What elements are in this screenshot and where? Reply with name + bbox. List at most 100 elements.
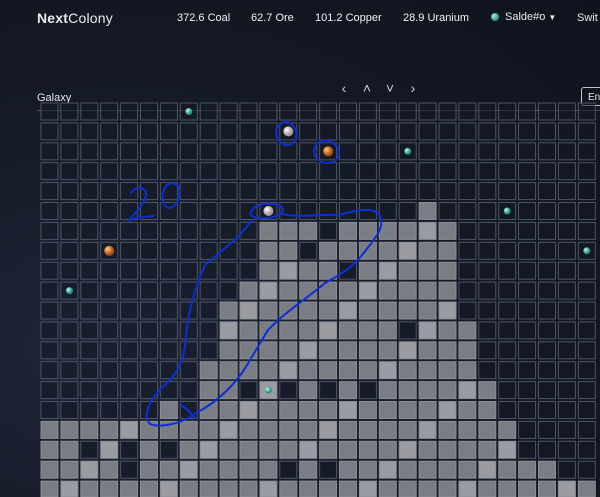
grid-cell[interactable]: [179, 381, 198, 400]
explored-cell[interactable]: [458, 420, 477, 439]
explored-cell[interactable]: [418, 401, 437, 419]
explored-cell[interactable]: [140, 460, 158, 479]
grid-cell[interactable]: [279, 381, 298, 400]
explored-cell[interactable]: [219, 301, 238, 320]
explored-cell[interactable]: [358, 401, 377, 419]
explored-cell[interactable]: [299, 480, 318, 497]
explored-cell[interactable]: [358, 261, 377, 280]
grid-cell[interactable]: [40, 241, 59, 260]
grid-cell[interactable]: [577, 162, 596, 181]
grid-cell[interactable]: [557, 281, 576, 300]
grid-cell[interactable]: [120, 301, 139, 320]
grid-cell[interactable]: [577, 361, 596, 380]
grid-cell[interactable]: [219, 142, 238, 161]
grid-cell[interactable]: [458, 102, 477, 121]
grid-cell[interactable]: [199, 122, 218, 141]
grid-cell[interactable]: [498, 321, 517, 340]
explored-cell[interactable]: [239, 341, 258, 360]
grid-cell[interactable]: [458, 182, 477, 201]
explored-cell[interactable]: [199, 440, 218, 459]
explored-cell[interactable]: [418, 420, 437, 439]
grid-cell[interactable]: [179, 221, 198, 240]
grid-cell[interactable]: [478, 122, 497, 141]
explored-cell[interactable]: [438, 480, 457, 497]
explored-cell[interactable]: [299, 261, 318, 280]
explored-cell[interactable]: [339, 221, 357, 240]
explored-cell[interactable]: [398, 420, 417, 439]
grid-cell[interactable]: [478, 221, 497, 240]
grid-cell[interactable]: [319, 221, 338, 240]
explored-cell[interactable]: [478, 381, 497, 400]
grid-cell[interactable]: [179, 241, 198, 260]
grid-cell[interactable]: [478, 241, 497, 260]
grid-cell[interactable]: [398, 182, 417, 201]
grid-cell[interactable]: [577, 381, 596, 400]
explored-cell[interactable]: [259, 301, 278, 320]
grid-cell[interactable]: [40, 162, 59, 181]
explored-cell[interactable]: [339, 361, 357, 380]
grid-cell[interactable]: [219, 261, 238, 280]
grid-cell[interactable]: [557, 301, 576, 320]
grid-cell[interactable]: [239, 241, 258, 260]
grid-cell[interactable]: [199, 162, 218, 181]
grid-cell[interactable]: [498, 261, 517, 280]
explored-cell[interactable]: [358, 480, 377, 497]
explored-cell[interactable]: [219, 440, 238, 459]
grid-cell[interactable]: [259, 142, 278, 161]
teal-planet-icon[interactable]: [503, 207, 511, 215]
grid-cell[interactable]: [577, 440, 596, 459]
explored-cell[interactable]: [299, 381, 318, 400]
explored-cell[interactable]: [80, 480, 99, 497]
grid-cell[interactable]: [199, 321, 218, 340]
grid-cell[interactable]: [80, 301, 99, 320]
explored-cell[interactable]: [179, 440, 198, 459]
explored-cell[interactable]: [239, 321, 258, 340]
grid-cell[interactable]: [378, 142, 397, 161]
grid-cell[interactable]: [339, 122, 357, 141]
explored-cell[interactable]: [319, 261, 338, 280]
explored-cell[interactable]: [159, 401, 178, 419]
explored-cell[interactable]: [398, 361, 417, 380]
explored-cell[interactable]: [259, 361, 278, 380]
grid-cell[interactable]: [140, 182, 158, 201]
grid-cell[interactable]: [577, 401, 596, 419]
grid-cell[interactable]: [100, 261, 119, 280]
explored-cell[interactable]: [339, 321, 357, 340]
explored-cell[interactable]: [418, 440, 437, 459]
explored-cell[interactable]: [299, 460, 318, 479]
grid-cell[interactable]: [60, 361, 79, 380]
grid-cell[interactable]: [557, 381, 576, 400]
grid-cell[interactable]: [538, 361, 556, 380]
teal-planet-icon[interactable]: [185, 108, 193, 115]
grid-cell[interactable]: [478, 182, 497, 201]
grid-cell[interactable]: [418, 122, 437, 141]
explored-cell[interactable]: [319, 401, 338, 419]
grid-cell[interactable]: [498, 162, 517, 181]
grid-cell[interactable]: [538, 381, 556, 400]
explored-cell[interactable]: [259, 440, 278, 459]
explored-cell[interactable]: [478, 460, 497, 479]
grid-cell[interactable]: [40, 202, 59, 220]
grid-cell[interactable]: [120, 102, 139, 121]
grid-cell[interactable]: [538, 401, 556, 419]
grid-cell[interactable]: [557, 202, 576, 220]
grid-cell[interactable]: [557, 162, 576, 181]
grid-cell[interactable]: [478, 341, 497, 360]
explored-cell[interactable]: [358, 301, 377, 320]
explored-cell[interactable]: [358, 440, 377, 459]
grid-cell[interactable]: [100, 221, 119, 240]
explored-cell[interactable]: [239, 281, 258, 300]
white-planet-icon[interactable]: [283, 126, 294, 137]
explored-cell[interactable]: [199, 381, 218, 400]
explored-cell[interactable]: [339, 281, 357, 300]
explored-cell[interactable]: [319, 321, 338, 340]
grid-cell[interactable]: [80, 321, 99, 340]
grid-cell[interactable]: [120, 162, 139, 181]
explored-cell[interactable]: [179, 460, 198, 479]
teal-planet-icon[interactable]: [264, 386, 272, 394]
grid-cell[interactable]: [40, 361, 59, 380]
explored-cell[interactable]: [378, 261, 397, 280]
grid-cell[interactable]: [100, 321, 119, 340]
grid-cell[interactable]: [438, 162, 457, 181]
explored-cell[interactable]: [339, 420, 357, 439]
